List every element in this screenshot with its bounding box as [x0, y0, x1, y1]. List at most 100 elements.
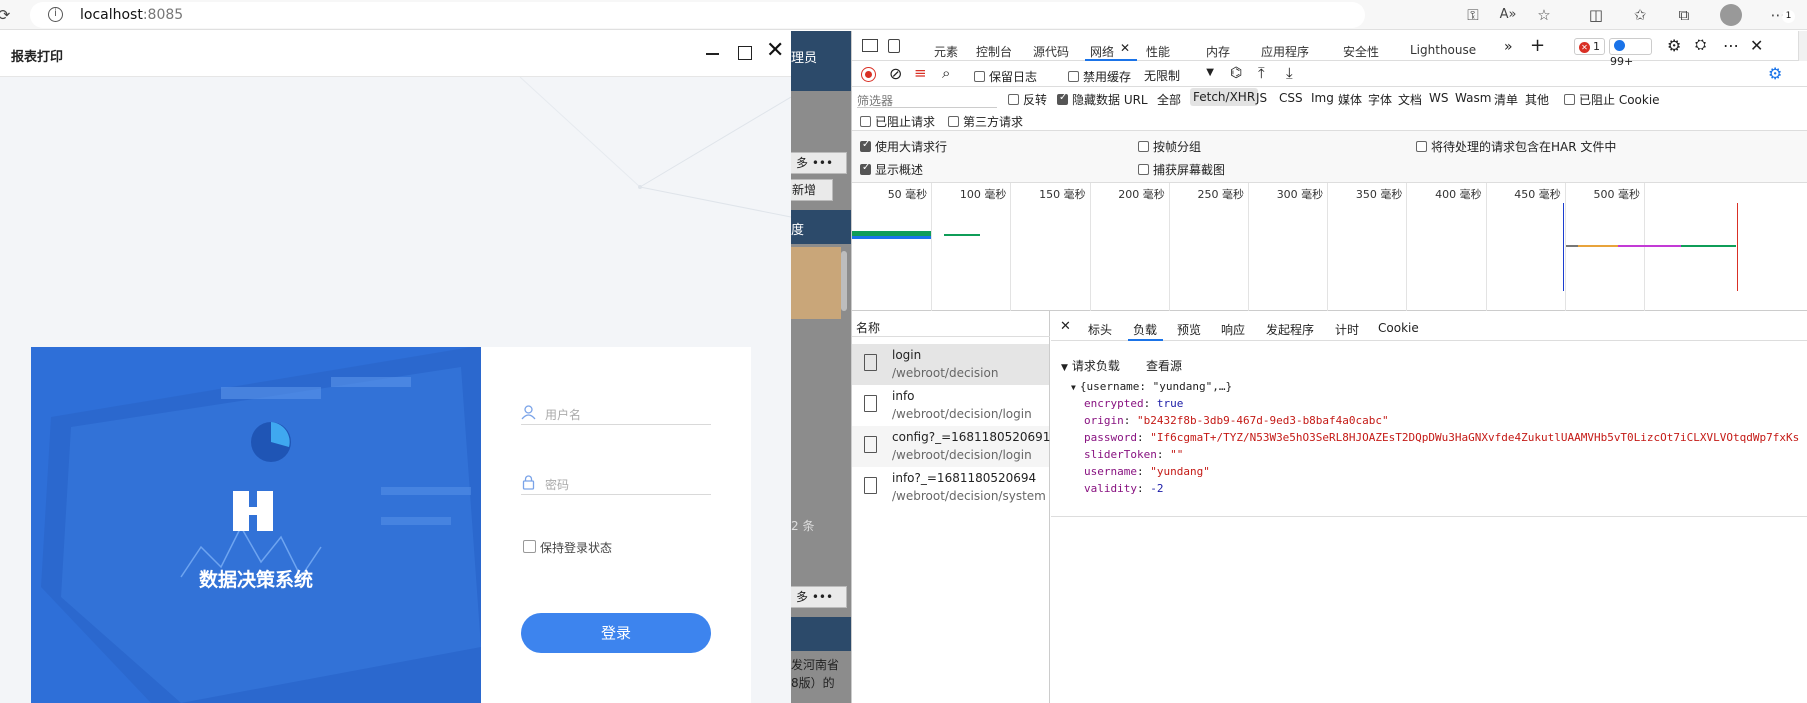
type-font[interactable]: 字体 — [1368, 91, 1392, 108]
login-button[interactable]: 登录 — [521, 613, 711, 653]
har-pending-requests[interactable]: 将待处理的请求包含在HAR 文件中 — [1416, 138, 1616, 155]
clear-icon[interactable]: ⊘ — [889, 64, 902, 83]
disable-cache[interactable]: 禁用缓存 — [1068, 68, 1131, 85]
tab-memory[interactable]: 内存 — [1206, 43, 1230, 60]
close-tab-icon[interactable]: ✕ — [1120, 41, 1130, 55]
type-ws[interactable]: WS — [1429, 91, 1448, 105]
tab-sources[interactable]: 源代码 — [1033, 43, 1069, 60]
payload-section-header[interactable]: ▼ 请求负载 — [1061, 357, 1120, 374]
type-manifest[interactable]: 清单 — [1494, 91, 1518, 108]
filter-input[interactable]: 筛选器 — [857, 90, 997, 108]
close-detail-icon[interactable]: ✕ — [1060, 319, 1071, 334]
key-icon[interactable]: ⚿ — [1463, 5, 1483, 25]
network-options: 使用大请求行 按帧分组 将待处理的请求包含在HAR 文件中 显示概述 捕获屏幕截… — [852, 131, 1807, 183]
request-row[interactable]: login /webroot/decision — [852, 344, 1049, 385]
url-text[interactable]: localhost:8085 — [80, 7, 183, 23]
capture-screenshots[interactable]: 捕获屏幕截图 — [1138, 161, 1225, 178]
search-icon[interactable]: ⌕ — [942, 64, 950, 82]
tab-network[interactable]: 网络 — [1090, 43, 1114, 60]
hide-data-urls[interactable]: 隐藏数据 URL — [1057, 91, 1148, 108]
type-fetch-xhr[interactable]: Fetch/XHR — [1190, 88, 1259, 106]
more-tabs-icon[interactable]: » — [1504, 39, 1513, 55]
type-img[interactable]: Img — [1311, 91, 1334, 105]
tab-headers[interactable]: 标头 — [1088, 321, 1112, 338]
tab-payload[interactable]: 负载 — [1133, 321, 1157, 338]
remember-checkbox[interactable] — [523, 540, 536, 553]
export-har-icon[interactable]: ⤓ — [1286, 64, 1293, 82]
favorites-icon[interactable]: ✩ — [1630, 5, 1650, 25]
settings-gear-icon[interactable]: ⚙ — [1667, 36, 1681, 55]
maximize-icon[interactable] — [738, 46, 752, 60]
payload-tree: ▼ {username: "yundang",…} encrypted: true… — [1051, 377, 1807, 517]
import-har-icon[interactable]: ⤒ — [1258, 64, 1265, 82]
request-row[interactable]: config?_=1681180520691 /webroot/decision… — [852, 426, 1050, 467]
collections-icon[interactable]: ⧉ — [1674, 5, 1694, 25]
type-other[interactable]: 其他 — [1525, 91, 1549, 108]
tab-application[interactable]: 应用程序 — [1261, 43, 1309, 60]
group-by-frame[interactable]: 按帧分组 — [1138, 138, 1201, 155]
tab-preview[interactable]: 预览 — [1177, 321, 1201, 338]
close-icon[interactable]: ✕ — [766, 40, 784, 62]
tab-performance[interactable]: 性能 — [1146, 43, 1170, 60]
big-request-rows[interactable]: 使用大请求行 — [860, 138, 947, 155]
customize-icon[interactable]: ⛭ — [1695, 37, 1706, 53]
close-devtools-icon[interactable]: ✕ — [1750, 36, 1763, 55]
type-wasm[interactable]: Wasm — [1455, 91, 1491, 105]
preserve-log[interactable]: 保留日志 — [974, 68, 1037, 85]
third-party-requests[interactable]: 第三方请求 — [948, 113, 1023, 130]
info-icon[interactable]: i — [48, 7, 63, 22]
tab-security[interactable]: 安全性 — [1343, 43, 1379, 60]
inspect-icon[interactable] — [862, 39, 878, 52]
network-settings-icon[interactable]: ⚙ — [1768, 64, 1782, 83]
name-column-header[interactable]: 名称 — [852, 311, 1050, 337]
error-count-badge[interactable]: ✕ 1 — [1574, 38, 1605, 55]
login-banner: 数据决策系统 — [31, 347, 481, 703]
payload-field: password: "If6cgmaT+/TYZ/N53W3e5hO3SeRL8… — [1084, 431, 1800, 444]
timeline-gridline — [931, 183, 933, 311]
username-input[interactable]: 用户名 — [521, 401, 711, 425]
blocked-cookies[interactable]: 已阻止 Cookie — [1564, 91, 1660, 108]
timeline-overview[interactable]: 50 毫秒 100 毫秒 150 毫秒 200 毫秒 250 毫秒 300 毫秒 350 毫… — [852, 183, 1807, 311]
show-overview[interactable]: 显示概述 — [860, 161, 923, 178]
network-conditions-icon[interactable]: ⌬ — [1230, 65, 1242, 81]
tab-elements[interactable]: 元素 — [934, 43, 958, 60]
timeline-bar — [944, 234, 980, 236]
request-row[interactable]: info /webroot/decision/login — [852, 385, 1049, 426]
filter-icon[interactable]: ≡ — [914, 64, 927, 82]
split-screen-icon[interactable]: ◫ — [1586, 5, 1606, 25]
payload-summary[interactable]: ▼ {username: "yundang",…} — [1071, 380, 1232, 393]
tab-initiator[interactable]: 发起程序 — [1266, 321, 1314, 338]
tab-timing[interactable]: 计时 — [1335, 321, 1359, 338]
record-icon[interactable] — [861, 67, 876, 82]
add-tab-icon[interactable]: + — [1530, 35, 1545, 56]
tab-lighthouse[interactable]: Lighthouse — [1410, 43, 1476, 57]
favorite-add-icon[interactable]: ☆ — [1534, 5, 1554, 25]
type-css[interactable]: CSS — [1279, 91, 1303, 105]
remember-login[interactable]: 保持登录状态 — [523, 539, 612, 556]
message-count-badge[interactable]: 99+ — [1609, 38, 1652, 68]
invert-filter[interactable]: 反转 — [1008, 91, 1047, 108]
throttling-select[interactable]: 无限制 ▼ — [1144, 67, 1214, 83]
request-row[interactable]: info?_=1681180520694 /webroot/decision/s… — [852, 467, 1049, 508]
bg-more-button: 多 ••• — [791, 586, 847, 608]
view-source-link[interactable]: 查看源 — [1146, 357, 1182, 374]
tab-console[interactable]: 控制台 — [976, 43, 1012, 60]
blocked-requests[interactable]: 已阻止请求 — [860, 113, 935, 130]
payload-field: origin: "b2432f8b-3db9-467d-9ed3-b8baf4a… — [1084, 414, 1389, 427]
password-input[interactable]: 密码 — [521, 471, 711, 495]
device-toolbar-icon[interactable] — [888, 39, 900, 53]
refresh-icon[interactable]: ⟳ — [0, 5, 14, 25]
type-doc[interactable]: 文档 — [1398, 91, 1422, 108]
tab-response[interactable]: 响应 — [1221, 321, 1245, 338]
type-all[interactable]: 全部 — [1157, 91, 1181, 108]
type-media[interactable]: 媒体 — [1338, 91, 1362, 108]
minimize-icon[interactable] — [706, 53, 719, 55]
tab-cookies[interactable]: Cookie — [1378, 321, 1419, 335]
timeline-tick-label: 400 毫秒 — [1435, 188, 1482, 201]
devtools-menu-icon[interactable]: ⋯ — [1723, 36, 1739, 55]
type-js[interactable]: JS — [1256, 91, 1267, 105]
timeline-bar — [1566, 245, 1578, 247]
profile-icon[interactable] — [1720, 4, 1742, 26]
read-aloud-icon[interactable]: A» — [1498, 5, 1518, 25]
address-bar[interactable]: i localhost:8085 — [30, 2, 1365, 28]
